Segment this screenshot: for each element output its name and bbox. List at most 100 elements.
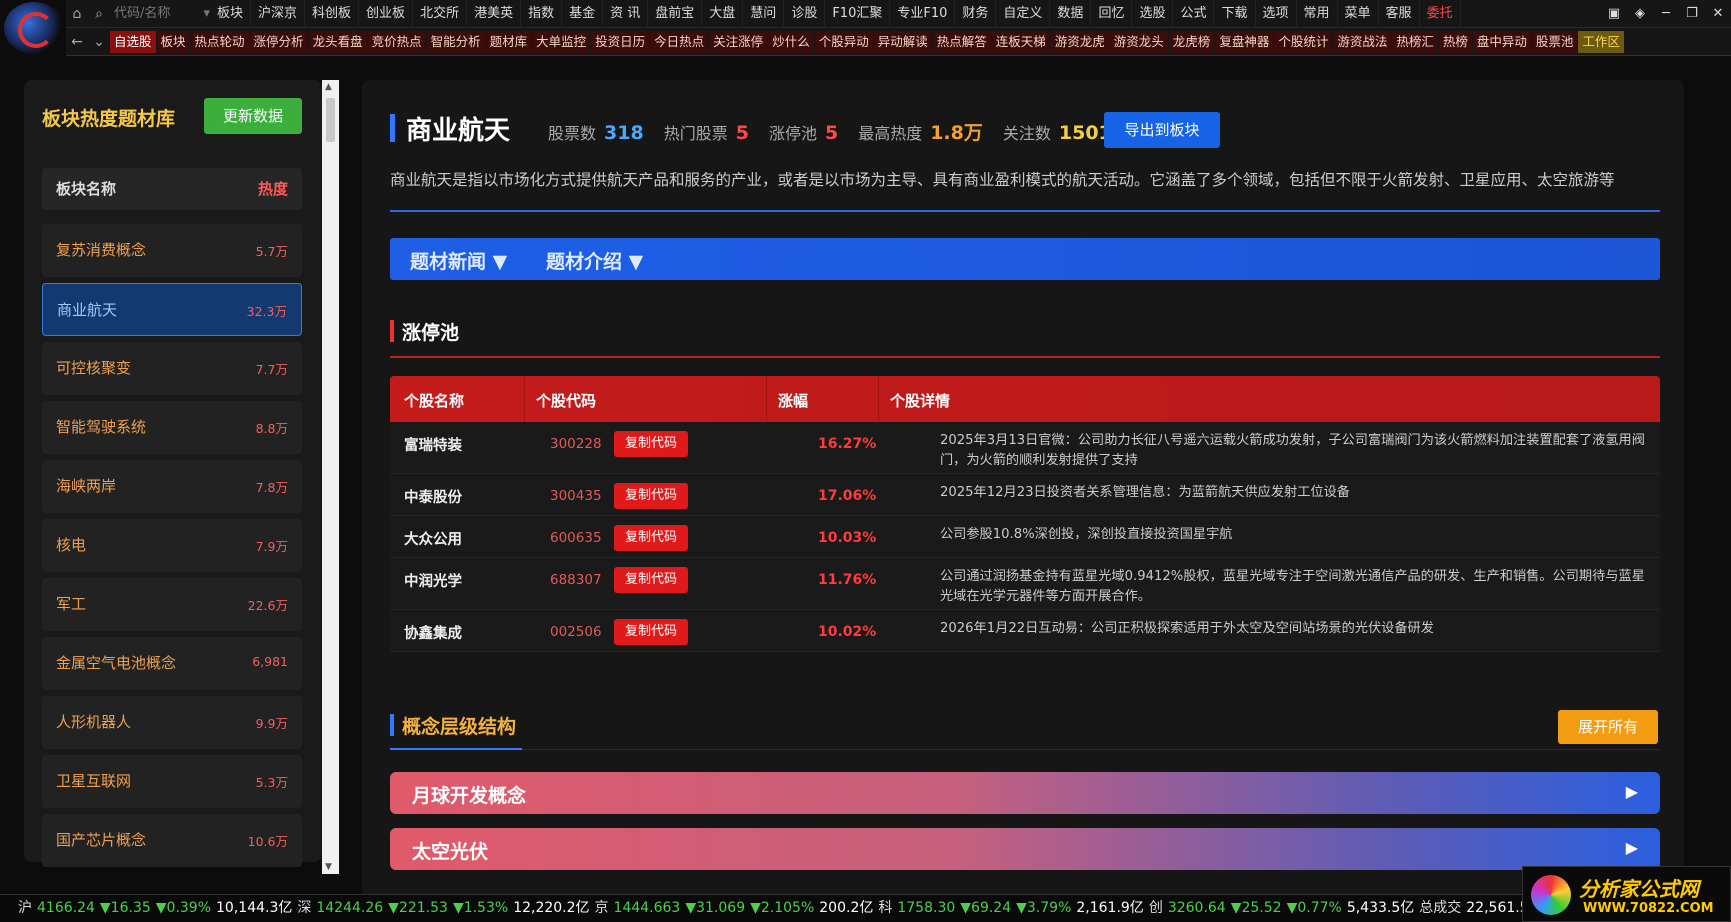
stock-code[interactable]: 300435 <box>550 488 602 504</box>
submenu-item[interactable]: 炒什么 <box>768 30 814 53</box>
menu-item[interactable]: 菜单 <box>1338 0 1379 28</box>
menu-item[interactable]: 财务 <box>955 0 997 28</box>
menu-item[interactable]: 基金 <box>562 0 604 28</box>
copy-code-button[interactable]: 复制代码 <box>614 619 688 645</box>
submenu-item[interactable]: 涨停分析 <box>249 30 308 53</box>
menu-item[interactable]: 创业板 <box>359 0 414 28</box>
submenu-item[interactable]: 游资战法 <box>1333 30 1392 53</box>
menu-item[interactable]: 选项 <box>1256 0 1297 28</box>
close-button[interactable]: ✕ <box>1705 6 1731 21</box>
stock-code[interactable]: 600635 <box>550 530 602 546</box>
submenu-item[interactable]: 连板天梯 <box>991 30 1050 53</box>
submenu-item[interactable]: 龙头看盘 <box>308 30 367 53</box>
submenu-item[interactable]: 个股统计 <box>1274 30 1333 53</box>
stock-name[interactable]: 协鑫集成 <box>404 622 462 643</box>
menu-item[interactable]: 北交所 <box>413 0 468 28</box>
tab-topic-news[interactable]: 题材新闻 ▼ <box>410 247 507 274</box>
chevron-down-icon[interactable]: ⌄ <box>88 34 110 50</box>
sector-item[interactable]: 人形机器人 9.9万 <box>42 696 302 749</box>
menu-item[interactable]: 盘前宝 <box>648 0 703 28</box>
sector-item[interactable]: 核电 7.9万 <box>42 519 302 572</box>
submenu-item[interactable]: 游资龙头 <box>1109 30 1168 53</box>
stock-search-input[interactable]: 代码/名称 ▾ <box>110 3 210 25</box>
submenu-item[interactable]: 热榜 <box>1438 30 1472 53</box>
home-icon[interactable]: ⌂ <box>66 6 88 22</box>
menu-item[interactable]: 专业F10 <box>890 0 956 28</box>
scroll-thumb[interactable] <box>326 98 335 142</box>
menu-item[interactable]: 科创板 <box>305 0 360 28</box>
stock-name[interactable]: 中泰股份 <box>404 486 462 507</box>
minimize-button[interactable]: ─ <box>1653 6 1679 21</box>
back-arrow-icon[interactable]: ← <box>66 34 88 50</box>
sector-item[interactable]: 复苏消费概念 5.7万 <box>42 224 302 277</box>
submenu-item[interactable]: 题材库 <box>485 30 532 53</box>
copy-code-button[interactable]: 复制代码 <box>614 431 688 457</box>
submenu-item[interactable]: 板块 <box>156 30 190 53</box>
app-logo[interactable] <box>4 2 64 54</box>
submenu-item[interactable]: 盘中异动 <box>1472 30 1531 53</box>
stock-name[interactable]: 中润光学 <box>404 570 462 591</box>
menu-item[interactable]: 板块 <box>210 0 252 28</box>
copy-code-button[interactable]: 复制代码 <box>614 483 688 509</box>
submenu-item[interactable]: 异动解读 <box>873 30 932 53</box>
menu-item[interactable]: 大盘 <box>702 0 744 28</box>
submenu-item[interactable]: 股票池 <box>1531 30 1578 53</box>
sector-item[interactable]: 卫星互联网 5.3万 <box>42 755 302 808</box>
submenu-item[interactable]: 投资日历 <box>591 30 650 53</box>
menu-item[interactable]: 自定义 <box>996 0 1051 28</box>
menu-item[interactable]: 沪深京 <box>251 0 306 28</box>
menu-item[interactable]: 选股 <box>1132 0 1174 28</box>
submenu-item[interactable]: 游资龙虎 <box>1050 30 1109 53</box>
concept-item[interactable]: 月球开发概念 ▶ <box>390 772 1660 814</box>
copy-code-button[interactable]: 复制代码 <box>614 567 688 593</box>
stock-name[interactable]: 富瑞特装 <box>404 434 462 455</box>
sector-item[interactable]: 国产芯片概念 10.6万 <box>42 814 302 867</box>
scroll-up-icon[interactable]: ▲ <box>325 82 332 92</box>
menu-item[interactable]: 委托 <box>1420 0 1461 28</box>
concept-item[interactable]: 太空光伏 ▶ <box>390 828 1660 870</box>
submenu-item[interactable]: 今日热点 <box>650 30 709 53</box>
submenu-item[interactable]: 热榜汇 <box>1392 30 1438 53</box>
menu-item[interactable]: 客服 <box>1379 0 1420 28</box>
export-to-sector-button[interactable]: 导出到板块 <box>1104 112 1220 148</box>
sector-item[interactable]: 智能驾驶系统 8.8万 <box>42 401 302 454</box>
expand-all-button[interactable]: 展开所有 <box>1558 710 1658 744</box>
menu-item[interactable]: 常用 <box>1297 0 1338 28</box>
sector-item[interactable]: 商业航天 32.3万 <box>42 283 302 336</box>
menu-item[interactable]: 慧问 <box>743 0 785 28</box>
submenu-item[interactable]: 复盘神器 <box>1215 30 1274 53</box>
maximize-button[interactable]: ❐ <box>1679 6 1705 21</box>
expand-arrow-icon[interactable]: ▶ <box>1626 782 1638 801</box>
sector-item[interactable]: 金属空气电池概念 6,981 <box>42 637 302 690</box>
scroll-down-icon[interactable]: ▼ <box>325 862 332 872</box>
copy-code-button[interactable]: 复制代码 <box>614 525 688 551</box>
menu-item[interactable]: 公式 <box>1173 0 1215 28</box>
sector-scrollbar[interactable]: ▲ ▼ <box>322 80 339 874</box>
submenu-item[interactable]: 热点轮动 <box>190 30 249 53</box>
submenu-item[interactable]: 热点解答 <box>932 30 991 53</box>
menu-item[interactable]: 下载 <box>1214 0 1256 28</box>
submenu-item[interactable]: 大单监控 <box>532 30 591 53</box>
expand-arrow-icon[interactable]: ▶ <box>1626 838 1638 857</box>
stock-name[interactable]: 大众公用 <box>404 528 462 549</box>
tab-topic-intro[interactable]: 题材介绍 ▼ <box>546 247 643 274</box>
pin-icon[interactable]: ◈ <box>1627 6 1653 21</box>
menu-item[interactable]: F10汇聚 <box>825 0 891 28</box>
submenu-item[interactable]: 自选股 <box>110 30 156 53</box>
submenu-item[interactable]: 竞价热点 <box>367 30 426 53</box>
stock-code[interactable]: 688307 <box>550 572 602 588</box>
search-icon[interactable]: ⌕ <box>88 6 110 22</box>
sector-item[interactable]: 军工 22.6万 <box>42 578 302 631</box>
menu-item[interactable]: 数据 <box>1050 0 1092 28</box>
stock-code[interactable]: 300228 <box>550 436 602 452</box>
restore-icon[interactable]: ▣ <box>1601 6 1627 21</box>
sector-item[interactable]: 可控核聚变 7.7万 <box>42 342 302 395</box>
submenu-item[interactable]: 关注涨停 <box>709 30 768 53</box>
menu-item[interactable]: 指数 <box>521 0 563 28</box>
menu-item[interactable]: 港美英 <box>467 0 522 28</box>
submenu-item[interactable]: 智能分析 <box>426 30 485 53</box>
menu-item[interactable]: 资 讯 <box>603 0 649 28</box>
update-data-button[interactable]: 更新数据 <box>204 98 302 134</box>
sector-item[interactable]: 海峡两岸 7.8万 <box>42 460 302 513</box>
submenu-item[interactable]: 个股异动 <box>814 30 873 53</box>
